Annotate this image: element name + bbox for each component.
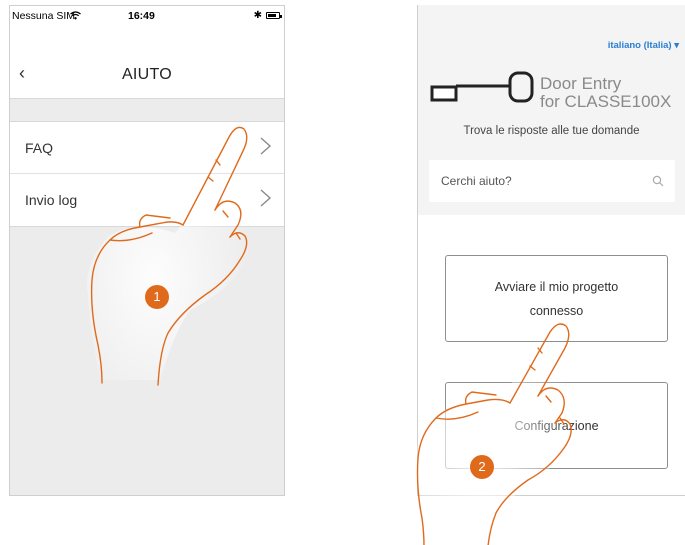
search-input[interactable] (429, 160, 675, 202)
card-label: Avviare il mio progetto connesso (494, 279, 619, 318)
help-center-screen: italiano (Italia) ▾ Door Entry for CLASS… (417, 5, 685, 496)
chevron-right-icon (260, 137, 272, 155)
card-label: Configurazione (514, 418, 599, 433)
logo-line-2: for CLASSE100X (540, 92, 672, 111)
help-item-label: FAQ (25, 140, 54, 156)
battery-icon (266, 12, 282, 19)
clock: 16:49 (128, 10, 155, 22)
help-item-faq[interactable]: FAQ (10, 122, 284, 174)
search-icon[interactable] (652, 175, 664, 187)
help-list: FAQ Invio log (10, 121, 284, 227)
card-avviare-progetto[interactable]: Avviare il mio progetto connesso (445, 255, 668, 342)
chevron-right-icon (260, 189, 272, 207)
logo-line-1: Door Entry (540, 74, 622, 93)
step-callout-2: 2 (470, 455, 494, 479)
language-selector[interactable]: italiano (Italia) ▾ (608, 40, 679, 51)
status-bar: Nessuna SIM 16:49 ✱ (10, 6, 284, 26)
bluetooth-icon: ✱ (253, 10, 262, 21)
wifi-icon (70, 11, 81, 20)
help-item-label: Invio log (25, 192, 78, 208)
page-title: AIUTO (121, 66, 173, 83)
carrier-label: Nessuna SIM (12, 10, 76, 22)
app-screen-aiuto: Nessuna SIM 16:49 ✱ ‹ AIUTO FAQ Invio lo… (9, 5, 285, 496)
help-center-header: italiano (Italia) ▾ Door Entry for CLASS… (418, 5, 685, 215)
nav-bar: ‹ AIUTO (10, 26, 284, 99)
help-item-invio-log[interactable]: Invio log (10, 174, 284, 226)
search-box (429, 160, 675, 202)
logo-text: Door Entry for CLASSE100X (540, 75, 671, 111)
step-callout-1: 1 (145, 285, 169, 309)
tagline: Trova le risposte alle tue domande (463, 125, 640, 137)
